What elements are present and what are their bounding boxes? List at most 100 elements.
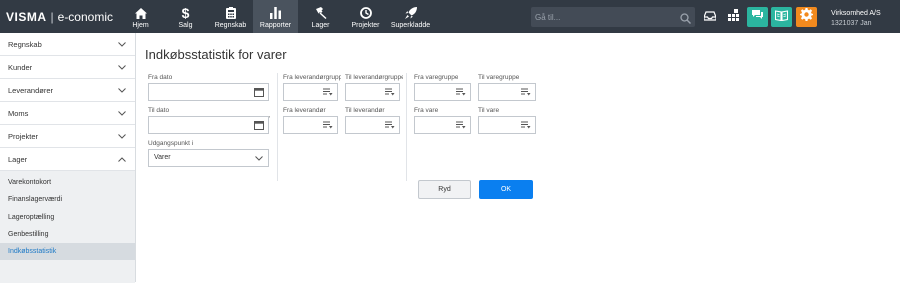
company-number: 1321037 Jan — [831, 20, 872, 27]
nav-regnskab[interactable]: Regnskab — [208, 0, 253, 33]
til-varegruppe-label: Til varegruppe — [478, 74, 520, 81]
fra-varegruppe-label: Fra varegruppe — [414, 74, 459, 81]
nav-projekter[interactable]: Projekter — [343, 0, 388, 33]
list-lookup-icon[interactable] — [319, 84, 337, 100]
inbox-icon — [702, 8, 717, 26]
fra-leverandor-field[interactable] — [283, 116, 338, 134]
apps-icon — [727, 8, 740, 26]
logo-separator: | — [50, 10, 54, 24]
gear-icon — [800, 8, 813, 26]
page-title: Indkøbsstatistik for varer — [145, 47, 287, 62]
search-box — [531, 7, 695, 27]
product-name: e-conomic — [57, 10, 113, 24]
til-dato-label: Til dato — [148, 107, 170, 114]
apps-button[interactable] — [723, 7, 744, 27]
chat-button[interactable] — [747, 7, 768, 27]
ryd-button[interactable]: Ryd — [418, 180, 471, 199]
udgangspunkt-label: Udgangspunkt i — [148, 140, 194, 147]
fra-leverandorgruppe-label: Fra leverandørgruppe — [283, 74, 341, 81]
list-lookup-icon[interactable] — [517, 117, 535, 133]
nav-label: Regnskab — [214, 22, 247, 29]
fra-leverandor-label: Fra leverandør — [283, 107, 326, 114]
nav-rapporter[interactable]: Rapporter — [253, 0, 298, 33]
til-varegruppe-field[interactable] — [478, 83, 536, 101]
fra-vare-label: Fra vare — [414, 107, 439, 114]
sidebar-item-kunder[interactable]: Kunder — [0, 56, 135, 79]
sidebar-item-label: Moms — [8, 108, 29, 118]
til-leverandor-field[interactable] — [345, 116, 400, 134]
sidebar-item-label: Projekter — [8, 131, 39, 141]
chevron-down-icon — [118, 133, 126, 139]
sidebar-item-leverandorer[interactable]: Leverandører — [0, 79, 135, 102]
sidebar-subitem-genbestilling[interactable]: Genbestilling — [0, 226, 135, 243]
search-icon[interactable] — [680, 11, 691, 29]
sidebar-subitem-lageroptaelling[interactable]: Lageroptælling — [0, 209, 135, 226]
til-vare-field[interactable] — [478, 116, 536, 134]
calendar-icon[interactable] — [250, 117, 268, 133]
nav-hjem[interactable]: Hjem — [118, 0, 163, 33]
nav-label: Rapporter — [259, 22, 292, 29]
company-name: Virksomhed A/S — [831, 10, 881, 17]
list-lookup-icon[interactable] — [319, 117, 337, 133]
fra-dato-field[interactable] — [148, 83, 269, 101]
top-bar: VISMA | e-conomic Hjem $ Salg Regnskab R… — [0, 0, 900, 33]
chevron-down-icon — [250, 150, 268, 166]
chat-icon — [751, 8, 764, 26]
sidebar-item-projekter[interactable]: Projekter — [0, 125, 135, 148]
udgangspunkt-select[interactable]: Varer — [148, 149, 269, 167]
chevron-down-icon — [118, 64, 126, 70]
sidebar-subitem-varekontokort[interactable]: Varekontokort — [0, 174, 135, 191]
sidebar: Regnskab Kunder Leverandører Moms Projek… — [0, 33, 136, 283]
list-lookup-icon[interactable] — [381, 84, 399, 100]
nav-superkladde[interactable]: Superkladde — [388, 0, 433, 33]
column-divider — [277, 73, 278, 181]
sidebar-subitem-finanslagervaerdi[interactable]: Finanslagerværdi — [0, 191, 135, 208]
sidebar-item-regnskab[interactable]: Regnskab — [0, 33, 135, 56]
sidebar-submenu-lager: Varekontokort Finanslagerværdi Lageroptæ… — [0, 171, 135, 283]
nav-lager[interactable]: Lager — [298, 0, 343, 33]
til-leverandor-label: Til leverandør — [345, 107, 385, 114]
settings-button[interactable] — [796, 7, 817, 27]
company-info[interactable]: Virksomhed A/S 1321037 Jan — [831, 9, 881, 29]
udgangspunkt-value: Varer — [154, 154, 171, 161]
fra-leverandorgruppe-field[interactable] — [283, 83, 338, 101]
inbox-button[interactable] — [699, 7, 720, 27]
nav-label: Hjem — [132, 22, 149, 29]
til-dato-field[interactable] — [148, 116, 269, 134]
sidebar-item-label: Leverandører — [8, 85, 54, 95]
column-divider — [406, 73, 407, 181]
list-lookup-icon[interactable] — [452, 117, 470, 133]
calendar-icon[interactable] — [250, 84, 268, 100]
ok-button[interactable]: OK — [479, 180, 533, 199]
nav-salg[interactable]: $ Salg — [163, 0, 208, 33]
svg-text:$: $ — [182, 6, 190, 19]
nav-label: Lager — [311, 22, 330, 29]
rocket-icon — [404, 0, 417, 19]
fra-varegruppe-field[interactable] — [414, 83, 471, 101]
chevron-down-icon — [118, 41, 126, 47]
logo[interactable]: VISMA | e-conomic — [6, 9, 113, 25]
fra-vare-field[interactable] — [414, 116, 471, 134]
sidebar-item-label: Regnskab — [8, 39, 42, 49]
sidebar-item-moms[interactable]: Moms — [0, 102, 135, 125]
home-icon — [134, 0, 147, 19]
dollar-icon: $ — [181, 0, 190, 19]
list-lookup-icon[interactable] — [381, 117, 399, 133]
help-book-button[interactable] — [771, 7, 792, 27]
search-input[interactable] — [531, 7, 671, 27]
chevron-down-icon — [118, 87, 126, 93]
til-leverandorgruppe-field[interactable] — [345, 83, 400, 101]
chevron-up-icon — [118, 156, 126, 162]
nav-label: Superkladde — [390, 22, 431, 29]
chevron-down-icon — [118, 110, 126, 116]
list-lookup-icon[interactable] — [452, 84, 470, 100]
sidebar-item-label: Lager — [8, 154, 28, 164]
til-leverandorgruppe-label: Til leverandørgruppe — [345, 74, 403, 81]
visma-logo: VISMA — [6, 10, 47, 24]
sidebar-subitem-indkobsstatistik[interactable]: Indkøbsstatistik — [0, 243, 135, 261]
sidebar-item-lager[interactable]: Lager — [0, 148, 135, 171]
til-vare-label: Til vare — [478, 107, 500, 114]
book-icon — [774, 8, 789, 26]
list-lookup-icon[interactable] — [517, 84, 535, 100]
nav-label: Projekter — [351, 22, 380, 29]
